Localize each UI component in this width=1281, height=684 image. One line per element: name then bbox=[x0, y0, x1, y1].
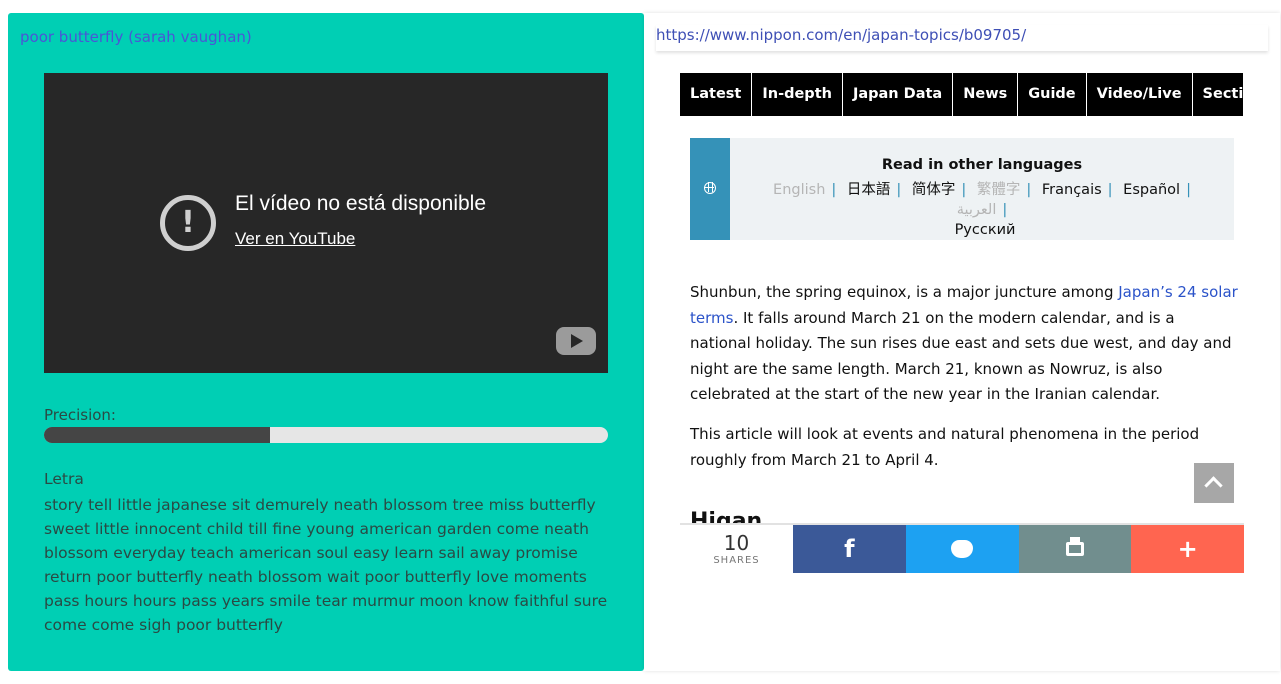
language-list: English | 日本語 | 简体字 | 繁體字 | Français | Españo… bbox=[750, 180, 1220, 240]
twitter-icon bbox=[951, 540, 974, 558]
more-share-button[interactable]: + bbox=[1131, 525, 1244, 573]
watch-on-youtube-link[interactable]: Ver en YouTube bbox=[235, 229, 355, 249]
language-separator: | bbox=[1026, 182, 1032, 198]
language-separator: | bbox=[961, 182, 967, 198]
precision-progress-fill bbox=[44, 427, 270, 443]
lyrics-label: Letra bbox=[44, 470, 84, 488]
language-japanese[interactable]: 日本語 bbox=[847, 182, 891, 198]
article-paragraph-1-start: Shunbun, the spring equinox, is a major … bbox=[690, 283, 1119, 301]
site-nav: Latest In-depth Japan Data News Guide Vi… bbox=[680, 73, 1272, 116]
lyrics-text: story tell little japanese sit demurely … bbox=[44, 496, 608, 634]
facebook-icon: f bbox=[844, 535, 855, 563]
language-french[interactable]: Français bbox=[1042, 182, 1102, 198]
share-count-number: 10 bbox=[723, 531, 750, 555]
article-paragraph-2: This article will look at events and nat… bbox=[690, 425, 1200, 469]
warning-icon: ! bbox=[160, 195, 216, 251]
print-icon bbox=[1065, 537, 1084, 556]
twitter-share-button[interactable] bbox=[905, 525, 1019, 573]
precision-label: Precision: bbox=[44, 406, 116, 424]
language-arabic: العربية bbox=[956, 202, 997, 218]
video-unavailable-message: El vídeo no está disponible bbox=[235, 192, 487, 215]
nav-item-guide[interactable]: Guide bbox=[1018, 73, 1087, 116]
song-panel: poor butterfly (sarah vaughan) ! El víde… bbox=[8, 13, 644, 671]
nav-item-japan-data[interactable]: Japan Data bbox=[843, 73, 954, 116]
facebook-share-button[interactable]: f bbox=[793, 525, 906, 573]
plus-icon: + bbox=[1177, 535, 1198, 563]
nav-item-in-depth[interactable]: In-depth bbox=[752, 73, 843, 116]
nav-item-video-live[interactable]: Video/Live bbox=[1087, 73, 1193, 116]
language-traditional-chinese: 繁體字 bbox=[976, 182, 1021, 198]
url-bar[interactable]: https://www.nippon.com/en/japan-topics/b… bbox=[656, 25, 1268, 51]
language-separator: | bbox=[831, 182, 837, 198]
share-count-label: SHARES bbox=[713, 555, 760, 566]
other-languages-box: Read in other languages English | 日本語 | 简体… bbox=[690, 138, 1234, 240]
language-separator: | bbox=[1186, 182, 1191, 198]
globe-icon bbox=[704, 182, 716, 194]
article-paragraph-1-end: . It falls around March 21 on the modern… bbox=[690, 308, 1232, 404]
language-strip bbox=[690, 138, 730, 240]
language-separator: | bbox=[1002, 202, 1008, 218]
song-title-link[interactable]: poor butterfly (sarah vaughan) bbox=[20, 28, 252, 46]
back-to-top-button[interactable] bbox=[1194, 463, 1234, 503]
share-count: 10 SHARES bbox=[680, 525, 793, 573]
nav-item-news[interactable]: News bbox=[953, 73, 1019, 116]
youtube-logo-icon[interactable] bbox=[556, 327, 596, 355]
language-separator: | bbox=[1107, 182, 1113, 198]
article-paragraph-1: Shunbun, the spring equinox, is a major … bbox=[690, 280, 1238, 408]
precision-progress-bar bbox=[44, 427, 608, 443]
print-button[interactable] bbox=[1018, 525, 1132, 573]
language-spanish[interactable]: Español bbox=[1123, 182, 1180, 198]
language-separator: | bbox=[896, 182, 902, 198]
article-panel: https://www.nippon.com/en/japan-topics/b… bbox=[644, 13, 1280, 671]
nav-item-sections[interactable]: Sections bbox=[1193, 73, 1281, 116]
language-russian[interactable]: Русский bbox=[955, 222, 1016, 238]
nav-item-latest[interactable]: Latest bbox=[680, 73, 753, 116]
other-languages-title: Read in other languages bbox=[881, 157, 1083, 173]
video-player[interactable]: ! El vídeo no está disponible Ver en You… bbox=[44, 73, 608, 373]
language-english: English bbox=[773, 182, 826, 198]
language-simplified-chinese[interactable]: 简体字 bbox=[912, 182, 956, 198]
share-bar: 10 SHARES f + bbox=[680, 523, 1244, 573]
